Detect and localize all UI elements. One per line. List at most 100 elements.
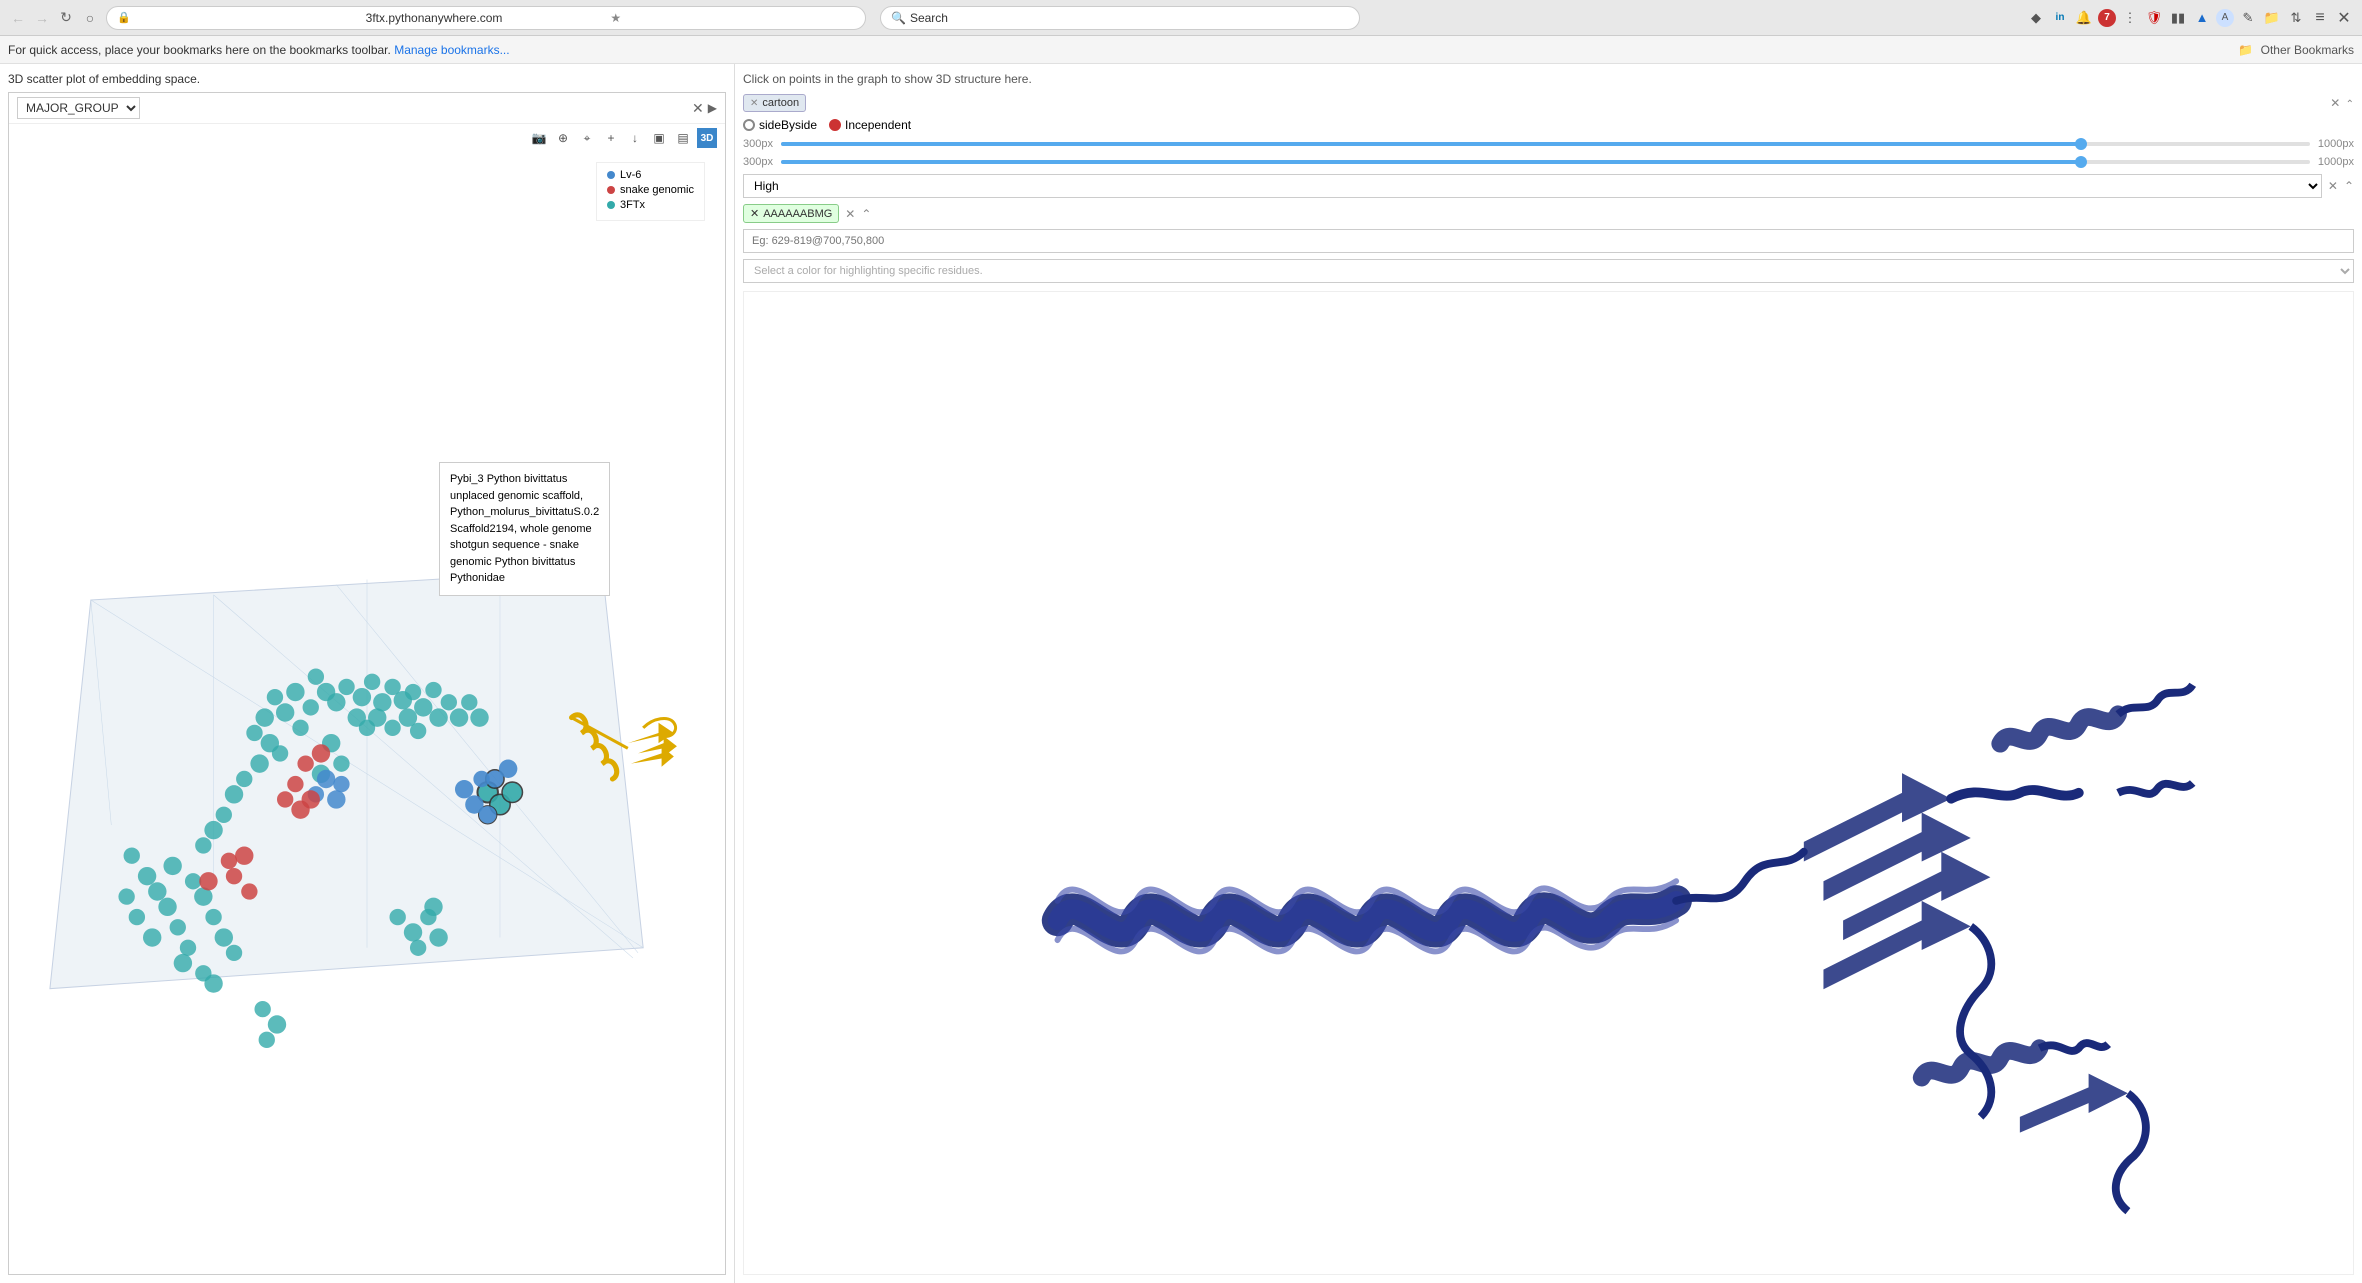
linkedin-icon[interactable]: in bbox=[2050, 8, 2070, 28]
profile-icon[interactable]: A bbox=[2216, 9, 2234, 27]
protein-helix-group bbox=[1058, 881, 1677, 951]
back-button[interactable]: ← bbox=[8, 8, 28, 28]
toolbar-icons: ◆ in 🔔 7 ⋮ 🛡 ▮▮ ▲ A ✎ 📁 ⇅ ≡ ✕ bbox=[2026, 8, 2354, 28]
sequence-tag-label: AAAAAABMG bbox=[763, 208, 832, 220]
slider1-fill bbox=[781, 142, 2081, 146]
sequence-tag-close[interactable]: ✕ bbox=[750, 207, 759, 220]
legend-label-snake: snake genomic bbox=[620, 184, 694, 196]
slider2-row: 300px 1000px bbox=[743, 156, 2354, 168]
browser-chrome: ← → ↻ ○ 🔒 3ftx.pythonanywhere.com ★ 🔍 Se… bbox=[0, 0, 2362, 64]
radio-dot-incependent bbox=[829, 119, 841, 131]
box-select-tool[interactable]: ▣ bbox=[649, 128, 669, 148]
tooltip-line2: unplaced genomic scaffold, bbox=[450, 488, 599, 505]
radio-sidebyside[interactable]: sideByside bbox=[743, 118, 817, 132]
badge-icon[interactable]: 7 bbox=[2098, 9, 2116, 27]
3d-tool[interactable]: 3D bbox=[697, 128, 717, 148]
close-icon[interactable]: ✕ bbox=[2334, 8, 2354, 28]
url-bar[interactable]: 🔒 3ftx.pythonanywhere.com ★ bbox=[106, 6, 866, 30]
viewer-area[interactable] bbox=[743, 291, 2354, 1275]
scatter-close-btn[interactable]: ✕ bbox=[692, 100, 704, 117]
scatter-toolbar: 📷 ⊕ ⌖ + ↓ ▣ ▤ 3D bbox=[9, 124, 725, 152]
menu-icon[interactable]: ≡ bbox=[2310, 8, 2330, 28]
pan-tool[interactable]: + bbox=[601, 128, 621, 148]
scatter-dropdown[interactable]: MAJOR_GROUP bbox=[17, 97, 140, 119]
legend-label-3ftx: 3FTx bbox=[620, 199, 645, 211]
style-tag-label: cartoon bbox=[762, 97, 799, 109]
slider2-container[interactable] bbox=[781, 160, 2310, 164]
style-row: ✕ cartoon ✕ ⌃ bbox=[743, 94, 2354, 112]
radio-incependent[interactable]: Incependent bbox=[829, 118, 911, 132]
quality-row: High ✕ ⌃ bbox=[743, 174, 2354, 198]
tooltip-line4: Scaffold2194, whole genome bbox=[450, 521, 599, 538]
plot-area[interactable]: Lv-6 snake genomic 3FTx Pybi_3 Python bi… bbox=[9, 152, 725, 1273]
edit-icon[interactable]: ✎ bbox=[2238, 8, 2258, 28]
scatter-tooltip: Pybi_3 Python bivittatus unplaced genomi… bbox=[439, 462, 610, 596]
quality-close[interactable]: ✕ bbox=[2328, 179, 2338, 193]
sequence-row: ✕ AAAAAABMG ✕ ⌃ bbox=[743, 204, 2354, 223]
sync-icon[interactable]: ⇅ bbox=[2286, 8, 2306, 28]
security-icon[interactable]: 🛡 bbox=[2144, 8, 2164, 28]
tooltip-line6: genomic Python bivittatus bbox=[450, 554, 599, 571]
search-text: Search bbox=[910, 11, 948, 25]
legend-dot-3ftx bbox=[607, 201, 615, 209]
sequence-expand[interactable]: ⌃ bbox=[861, 207, 871, 221]
slider1-thumb[interactable] bbox=[2075, 138, 2087, 150]
refresh-button[interactable]: ↻ bbox=[56, 8, 76, 28]
browser-toolbar: ← → ↻ ○ 🔒 3ftx.pythonanywhere.com ★ 🔍 Se… bbox=[0, 0, 2362, 36]
panel-title: 3D scatter plot of embedding space. bbox=[8, 72, 726, 86]
right-header: Click on points in the graph to show 3D … bbox=[743, 72, 2354, 86]
notification-icon[interactable]: 🔔 bbox=[2074, 8, 2094, 28]
download-tool[interactable]: ↓ bbox=[625, 128, 645, 148]
protein-sheet-group bbox=[1804, 685, 2193, 1211]
left-panel: 3D scatter plot of embedding space. MAJO… bbox=[0, 64, 735, 1283]
legend-dot-snake bbox=[607, 186, 615, 194]
bookmarks-bar: For quick access, place your bookmarks h… bbox=[0, 36, 2362, 64]
sequence-tag[interactable]: ✕ AAAAAABMG bbox=[743, 204, 839, 223]
color-row: Select a color for highlighting specific… bbox=[743, 259, 2354, 283]
quality-expand[interactable]: ⌃ bbox=[2344, 179, 2354, 193]
lasso-tool[interactable]: ▤ bbox=[673, 128, 693, 148]
tooltip-line7: Pythonidae bbox=[450, 570, 599, 587]
manage-bookmarks-link[interactable]: Manage bookmarks... bbox=[394, 43, 509, 57]
residue-row bbox=[743, 229, 2354, 253]
style-tag[interactable]: ✕ cartoon bbox=[743, 94, 806, 112]
share-icon[interactable]: ▲ bbox=[2192, 8, 2212, 28]
tooltip-name: Pybi_3 Python bivittatus bbox=[450, 471, 599, 488]
apps-icon[interactable]: ⋮ bbox=[2120, 8, 2140, 28]
folder-icon[interactable]: 📁 bbox=[2262, 8, 2282, 28]
quality-select[interactable]: High bbox=[743, 174, 2322, 198]
url-text: 3ftx.pythonanywhere.com bbox=[366, 11, 611, 25]
bookmarks-text: For quick access, place your bookmarks h… bbox=[8, 43, 391, 57]
protein-3d-viewer bbox=[744, 292, 2353, 1274]
controls-area: ✕ cartoon ✕ ⌃ sideByside Incependent bbox=[743, 94, 2354, 283]
slider2-fill bbox=[781, 160, 2081, 164]
style-tag-close[interactable]: ✕ bbox=[750, 98, 758, 109]
panel-close-btn[interactable]: ✕ ⌃ bbox=[2330, 96, 2354, 110]
camera-tool[interactable]: 📷 bbox=[529, 128, 549, 148]
main-content: 3D scatter plot of embedding space. MAJO… bbox=[0, 64, 2362, 1283]
tooltip-line5: shotgun sequence - snake bbox=[450, 537, 599, 554]
chart-icon[interactable]: ▮▮ bbox=[2168, 8, 2188, 28]
nav-buttons: ← → ↻ ○ bbox=[8, 8, 100, 28]
scatter-expand-btn[interactable]: ▶ bbox=[708, 101, 717, 115]
view-mode-group: sideByside Incependent bbox=[743, 118, 2354, 132]
color-select[interactable]: Select a color for highlighting specific… bbox=[743, 259, 2354, 283]
home-button[interactable]: ○ bbox=[80, 8, 100, 28]
slider1-container[interactable] bbox=[781, 142, 2310, 146]
slider2-thumb[interactable] bbox=[2075, 156, 2087, 168]
zoom-in-tool[interactable]: ⊕ bbox=[553, 128, 573, 148]
radio-dot-sidebyside bbox=[743, 119, 755, 131]
other-bookmarks[interactable]: 📁 Other Bookmarks bbox=[2238, 43, 2354, 57]
residue-input[interactable] bbox=[743, 229, 2354, 253]
scatter-container: MAJOR_GROUP ✕ ▶ 📷 ⊕ ⌖ + ↓ ▣ ▤ 3D bbox=[8, 92, 726, 1275]
sequence-close[interactable]: ✕ bbox=[845, 207, 855, 221]
slider2-max: 1000px bbox=[2318, 156, 2354, 168]
slider2-min: 300px bbox=[743, 156, 773, 168]
crosshair-tool[interactable]: ⌖ bbox=[577, 128, 597, 148]
forward-button[interactable]: → bbox=[32, 8, 52, 28]
search-bar[interactable]: 🔍 Search bbox=[880, 6, 1360, 30]
tooltip-line3: Python_molurus_bivittatuS.0.2 bbox=[450, 504, 599, 521]
slider1-row: 300px 1000px bbox=[743, 138, 2354, 150]
extensions-icon[interactable]: ◆ bbox=[2026, 8, 2046, 28]
slider1-max: 1000px bbox=[2318, 138, 2354, 150]
